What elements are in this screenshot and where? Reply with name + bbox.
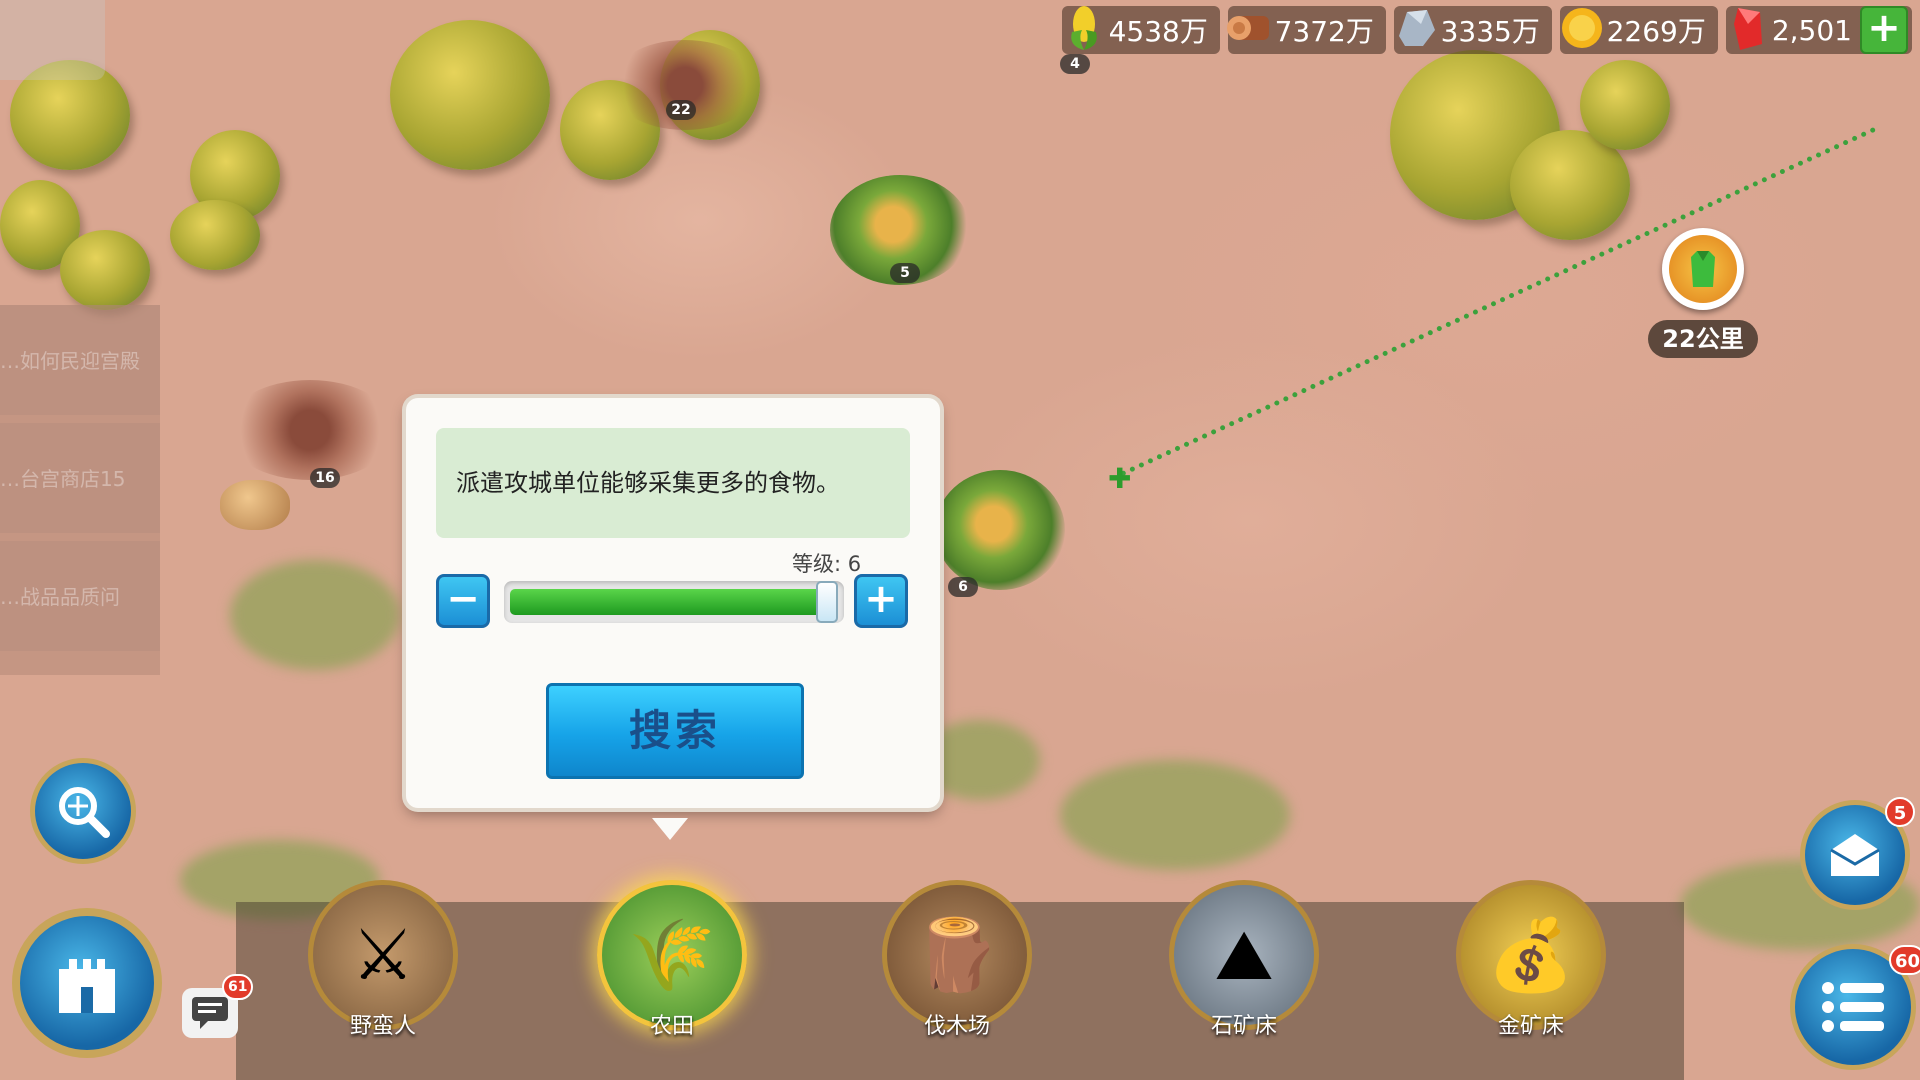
quest-panel: …如何民迎宫殿 …台宫商店15 …战品品质问 (0, 305, 160, 675)
quest-item[interactable]: …如何民迎宫殿 (0, 305, 160, 415)
search-button[interactable]: 搜索 (546, 683, 804, 779)
route-start-icon: ✚ (1108, 462, 1132, 495)
stone-amount: 3335万 (1440, 15, 1540, 48)
troop-icon (1691, 251, 1715, 287)
level-slider-fill (510, 589, 827, 615)
chat-icon (192, 997, 228, 1029)
quest-item[interactable]: …台宫商店15 (0, 423, 160, 533)
farm-node[interactable] (935, 470, 1065, 590)
wood-resource[interactable]: 7372万 (1226, 6, 1386, 54)
grass-patch (1060, 760, 1290, 870)
menu-badge: 60 (1889, 945, 1920, 975)
corn-icon (1058, 2, 1110, 54)
main-menu-button[interactable]: 60 (1790, 944, 1920, 1070)
category-label: 石矿床 (1210, 1014, 1277, 1039)
mail-icon (1830, 834, 1880, 876)
minimap-button[interactable] (0, 0, 105, 80)
gem-amount: 2,501 (1771, 13, 1852, 47)
map-search-button[interactable] (30, 758, 136, 864)
log-icon (1224, 2, 1276, 54)
hint-text: 派遣攻城单位能够采集更多的食物。 (436, 428, 910, 538)
distance-label: 22公里 (1648, 320, 1758, 358)
mail-badge: 5 (1885, 797, 1915, 827)
resource-bar: 4538万 7372万 3335万 2269万 2,501 + (1061, 6, 1912, 54)
tree (60, 230, 150, 310)
gem-resource[interactable]: 2,501 + (1725, 6, 1912, 54)
food-resource[interactable]: 4538万 (1061, 6, 1220, 54)
category-label: 野蛮人 (349, 1014, 416, 1039)
list-menu-icon (1822, 982, 1884, 1032)
level-increase-button[interactable]: + (854, 574, 908, 628)
level-label: 等级: 6 (792, 552, 862, 576)
category-farm[interactable]: 🌾 农田 (592, 880, 752, 1040)
add-gems-button[interactable]: + (1860, 6, 1908, 54)
food-amount: 4538万 (1108, 15, 1208, 48)
gold-resource[interactable]: 2269万 (1559, 6, 1718, 54)
tree (1580, 60, 1670, 150)
stone-icon (1390, 2, 1442, 54)
tree (390, 20, 550, 170)
dialog-pointer (652, 818, 688, 840)
category-label: 伐木场 (923, 1014, 990, 1039)
level-slider-thumb[interactable] (816, 581, 838, 623)
city-button[interactable] (12, 908, 162, 1058)
march-target-marker[interactable] (1662, 228, 1744, 310)
gold-coin-icon (1556, 2, 1608, 54)
category-label: 金矿床 (1497, 1014, 1564, 1039)
node-level: 22 (666, 100, 696, 120)
category-lumber-camp[interactable]: 🪵 伐木场 (877, 880, 1037, 1040)
stone-resource[interactable]: 3335万 (1393, 6, 1552, 54)
chat-button[interactable]: 61 (182, 974, 254, 1038)
quest-item[interactable]: …战品品质问 (0, 541, 160, 651)
wood-amount: 7372万 (1274, 15, 1374, 48)
chat-badge: 61 (222, 974, 254, 1000)
node-level: 4 (1060, 54, 1090, 74)
category-stone-deposit[interactable]: ⛰ 石矿床 (1164, 880, 1324, 1040)
level-slider[interactable] (504, 581, 844, 623)
tree (170, 200, 260, 270)
node-level: 6 (948, 577, 978, 597)
rock (220, 480, 290, 530)
gem-icon (1722, 2, 1774, 54)
gold-amount: 2269万 (1606, 15, 1706, 48)
resource-search-dialog: 派遣攻城单位能够采集更多的食物。 等级: 6 − + 搜索 (406, 398, 940, 808)
node-level: 5 (890, 263, 920, 283)
mail-button[interactable]: 5 (1800, 797, 1915, 910)
category-gold-deposit[interactable]: 💰 金矿床 (1451, 880, 1611, 1040)
grass-patch (230, 560, 400, 670)
magnifier-icon (59, 787, 110, 838)
barbarian-camp[interactable] (225, 380, 395, 480)
level-decrease-button[interactable]: − (436, 574, 490, 628)
category-label: 农田 (649, 1014, 694, 1039)
category-barbarian[interactable]: ⚔ 野蛮人 (303, 880, 463, 1040)
node-level: 16 (310, 468, 340, 488)
castle-icon (59, 959, 115, 1013)
